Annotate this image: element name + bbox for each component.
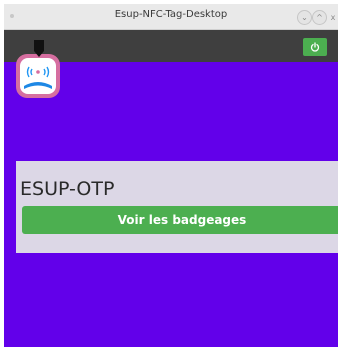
- app-window: Esup-NFC-Tag-Desktop ⌄ ^ x ESUP-OTP Voir…: [4, 4, 338, 347]
- power-icon: [310, 42, 320, 52]
- service-title: ESUP-OTP: [20, 178, 115, 200]
- nfc-logo-icon: [16, 54, 60, 98]
- power-button[interactable]: [303, 38, 327, 56]
- service-card: ESUP-OTP Voir les badgeages: [16, 161, 338, 253]
- maximize-button[interactable]: ^: [312, 10, 327, 25]
- map-pin-icon: [33, 40, 45, 57]
- window-title: Esup-NFC-Tag-Desktop: [114, 9, 228, 20]
- close-button[interactable]: x: [326, 10, 338, 25]
- view-badges-button[interactable]: Voir les badgeages: [22, 206, 338, 234]
- minimize-button[interactable]: ⌄: [297, 10, 312, 25]
- title-bar[interactable]: Esup-NFC-Tag-Desktop ⌄ ^ x: [4, 4, 338, 30]
- nfc-waves-icon: [24, 66, 52, 89]
- main-content: ESUP-OTP Voir les badgeages: [4, 62, 338, 347]
